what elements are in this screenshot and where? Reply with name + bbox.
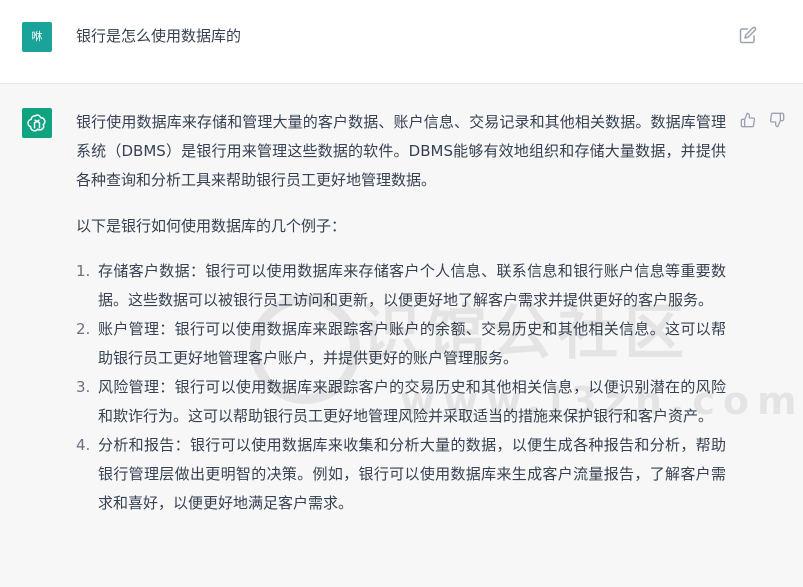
user-avatar: 咻 bbox=[22, 22, 52, 52]
answer-intro: 以下是银行如何使用数据库的几个例子： bbox=[76, 217, 347, 235]
user-message-row: 咻 银行是怎么使用数据库的 bbox=[0, 0, 803, 84]
list-item-text: 账户管理：银行可以使用数据库来跟踪客户账户的余额、交易历史和其他相关信息。这可以… bbox=[98, 320, 726, 367]
list-item: 2. 账户管理：银行可以使用数据库来跟踪客户账户的余额、交易历史和其他相关信息。… bbox=[76, 315, 726, 373]
list-item: 1. 存储客户数据：银行可以使用数据库来存储客户个人信息、联系信息和银行账户信息… bbox=[76, 257, 726, 315]
thumbs-down-icon[interactable] bbox=[769, 112, 785, 128]
openai-logo-icon bbox=[22, 108, 52, 138]
thumbs-up-icon[interactable] bbox=[740, 112, 756, 128]
list-item-text: 分析和报告：银行可以使用数据库来收集和分析大量的数据，以便生成各种报告和分析，帮… bbox=[98, 436, 726, 512]
edit-icon[interactable] bbox=[739, 26, 757, 44]
list-item-text: 存储客户数据：银行可以使用数据库来存储客户个人信息、联系信息和银行账户信息等重要… bbox=[98, 262, 726, 309]
assistant-message-row: 银行使用数据库来存储和管理大量的客户数据、账户信息、交易记录和其他相关数据。数据… bbox=[0, 84, 803, 587]
user-message-text: 银行是怎么使用数据库的 bbox=[76, 27, 242, 45]
answer-list: 1. 存储客户数据：银行可以使用数据库来存储客户个人信息、联系信息和银行账户信息… bbox=[76, 257, 726, 518]
list-item: 4. 分析和报告：银行可以使用数据库来收集和分析大量的数据，以便生成各种报告和分… bbox=[76, 431, 726, 518]
list-item: 3. 风险管理：银行可以使用数据库来跟踪客户的交易历史和其他相关信息，以便识别潜… bbox=[76, 373, 726, 431]
list-item-number: 2. bbox=[76, 320, 91, 338]
list-item-text: 风险管理：银行可以使用数据库来跟踪客户的交易历史和其他相关信息，以便识别潜在的风… bbox=[98, 378, 726, 425]
answer-paragraph: 银行使用数据库来存储和管理大量的客户数据、账户信息、交易记录和其他相关数据。数据… bbox=[76, 113, 726, 189]
list-item-number: 3. bbox=[76, 378, 91, 396]
list-item-number: 1. bbox=[76, 262, 91, 280]
list-item-number: 4. bbox=[76, 436, 91, 454]
assistant-answer: 银行使用数据库来存储和管理大量的客户数据、账户信息、交易记录和其他相关数据。数据… bbox=[76, 108, 726, 518]
